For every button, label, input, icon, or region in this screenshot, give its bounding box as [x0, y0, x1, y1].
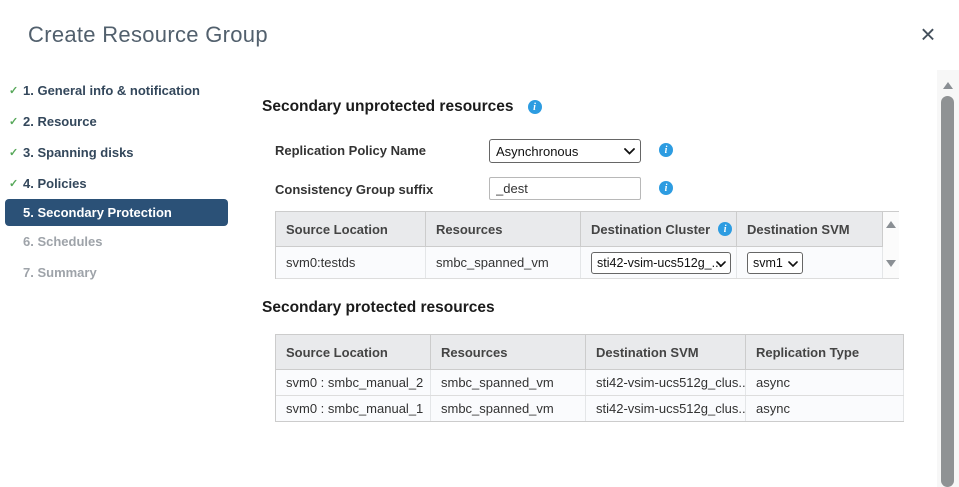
scrollbar-thumb[interactable] [941, 96, 954, 487]
cell-replication-type: async [746, 370, 904, 395]
cell-resources: smbc_spanned_vm [426, 247, 581, 278]
info-icon[interactable]: i [659, 181, 673, 195]
info-icon[interactable]: i [659, 143, 673, 157]
step-policies[interactable]: ✓ 4. Policies [0, 168, 236, 199]
cell-replication-type: async [746, 396, 904, 421]
step-label: 2. Resource [23, 114, 97, 129]
col-header-destination-svm: Destination SVM [586, 335, 746, 369]
check-icon: ✓ [9, 115, 21, 128]
col-header-destination-svm: Destination SVM [737, 212, 883, 246]
replication-policy-label: Replication Policy Name [275, 143, 426, 158]
unprotected-table-main: Source Location Resources Destination Cl… [276, 211, 883, 279]
replication-policy-value: Asynchronous [496, 144, 578, 159]
col-header-resources: Resources [426, 212, 581, 246]
step-resource[interactable]: ✓ 2. Resource [0, 106, 236, 137]
col-header-source-location: Source Location [276, 212, 426, 246]
section-title-text: Secondary unprotected resources [262, 98, 514, 116]
table-header-row: Source Location Resources Destination Cl… [276, 211, 883, 247]
scroll-down-icon[interactable] [886, 260, 896, 267]
scroll-up-icon[interactable] [886, 221, 896, 228]
col-header-source-location: Source Location [276, 335, 431, 369]
chevron-down-icon [788, 261, 798, 267]
suffix-input[interactable] [489, 177, 641, 200]
cell-source-location: svm0 : smbc_manual_2 [276, 370, 431, 395]
info-icon[interactable]: i [528, 100, 542, 114]
step-secondary-protection[interactable]: ✓ 5. Secondary Protection [5, 199, 228, 226]
section-title-text: Secondary protected resources [262, 299, 495, 317]
step-schedules[interactable]: ✓ 6. Schedules [0, 226, 236, 257]
dialog-title: Create Resource Group [28, 22, 268, 48]
section-title-unprotected: Secondary unprotected resources i [262, 98, 542, 116]
cell-destination-svm: sti42-vsim-ucs512g_clus... [586, 396, 746, 421]
table-row: svm0 : smbc_manual_2 smbc_spanned_vm sti… [276, 370, 904, 396]
info-icon[interactable]: i [718, 222, 732, 236]
col-header-destination-cluster: Destination Cluster i [581, 212, 737, 246]
col-header-text: Destination Cluster [591, 222, 710, 237]
table-scrollbar [883, 211, 899, 279]
scrollbar-up-icon[interactable] [943, 82, 953, 89]
destination-svm-select[interactable]: svm1 [747, 252, 803, 274]
chevron-down-icon [716, 261, 726, 267]
step-spanning-disks[interactable]: ✓ 3. Spanning disks [0, 137, 236, 168]
replication-policy-select[interactable]: Asynchronous [489, 139, 641, 163]
cell-source-location: svm0:testds [276, 247, 426, 278]
step-label: 3. Spanning disks [23, 145, 134, 160]
table-row: svm0:testds smbc_spanned_vm sti42-vsim-u… [276, 247, 883, 279]
col-header-replication-type: Replication Type [746, 335, 904, 369]
step-label: 5. Secondary Protection [23, 205, 172, 220]
destination-cluster-select[interactable]: sti42-vsim-ucs512g_... [591, 252, 731, 274]
cell-destination-cluster: sti42-vsim-ucs512g_... [581, 247, 737, 278]
check-icon: ✓ [9, 84, 21, 97]
create-resource-group-dialog: Create Resource Group × ✓ 1. General inf… [0, 0, 959, 487]
check-icon: ✓ [9, 177, 21, 190]
destination-svm-value: svm1 [753, 256, 783, 270]
chevron-down-icon [624, 148, 635, 155]
destination-cluster-value: sti42-vsim-ucs512g_... [597, 256, 722, 270]
protected-table: Source Location Resources Destination SV… [275, 334, 904, 422]
unprotected-table: Source Location Resources Destination Cl… [275, 211, 899, 279]
step-label: 7. Summary [23, 265, 97, 280]
main-scrollbar [937, 70, 959, 487]
table-row: svm0 : smbc_manual_1 smbc_spanned_vm sti… [276, 396, 904, 422]
suffix-label: Consistency Group suffix [275, 182, 433, 197]
cell-resources: smbc_spanned_vm [431, 370, 586, 395]
step-label: 1. General info & notification [23, 83, 200, 98]
col-header-resources: Resources [431, 335, 586, 369]
step-label: 4. Policies [23, 176, 87, 191]
close-icon[interactable]: × [914, 20, 942, 48]
table-header-row: Source Location Resources Destination SV… [276, 334, 904, 370]
check-icon: ✓ [9, 146, 21, 159]
cell-source-location: svm0 : smbc_manual_1 [276, 396, 431, 421]
cell-destination-svm: sti42-vsim-ucs512g_clus... [586, 370, 746, 395]
section-title-protected: Secondary protected resources [262, 299, 495, 317]
cell-destination-svm: svm1 [737, 247, 883, 278]
step-summary[interactable]: ✓ 7. Summary [0, 257, 236, 288]
step-label: 6. Schedules [23, 234, 102, 249]
step-general-info[interactable]: ✓ 1. General info & notification [0, 75, 236, 106]
protected-table-main: Source Location Resources Destination SV… [276, 334, 904, 422]
wizard-steps: ✓ 1. General info & notification ✓ 2. Re… [0, 75, 236, 288]
cell-resources: smbc_spanned_vm [431, 396, 586, 421]
